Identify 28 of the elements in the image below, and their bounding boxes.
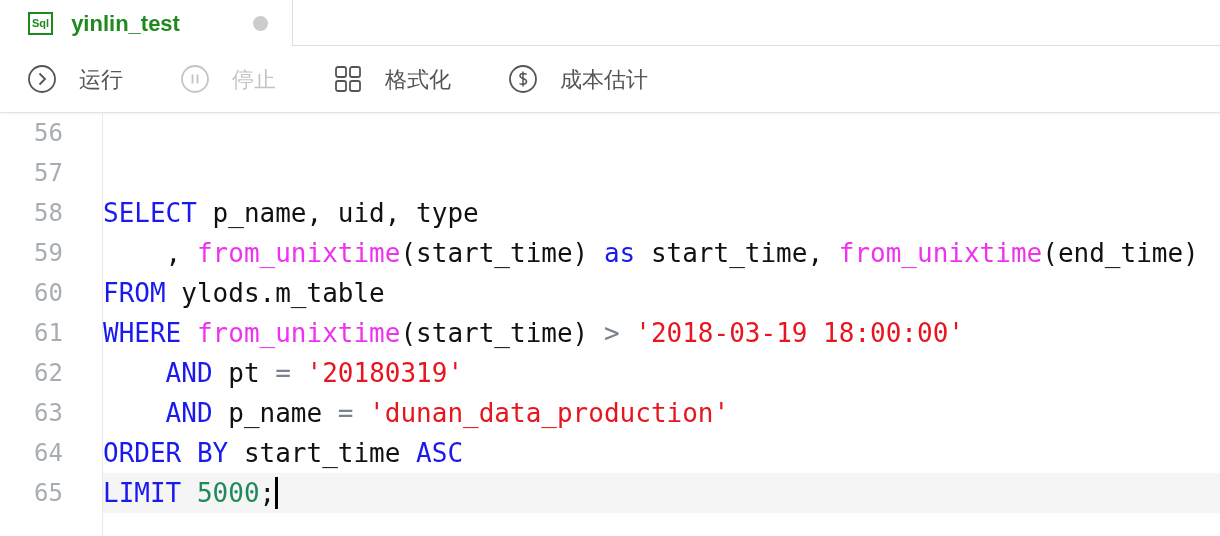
play-circle-icon (27, 64, 57, 94)
code-line: FROM ylods.m_table (103, 277, 385, 310)
code-line: AND p_name = 'dunan_data_production' (164, 397, 730, 430)
code-line: SELECT p_name, uid, type (103, 197, 479, 230)
code-line: WHERE from_unixtime(start_time) > '2018-03-19 18:00:00' (103, 317, 964, 350)
grid-icon (333, 64, 363, 94)
text-cursor (275, 477, 279, 509)
code-line: LIMIT 5000; (103, 477, 276, 510)
toolbar-button[interactable]: 成本估计 (508, 62, 648, 96)
line-number: 62 (34, 358, 63, 389)
code-line: , from_unixtime(start_time) as start_time, from_unixtime(end_time) (164, 237, 1199, 270)
line-number: 57 (34, 158, 63, 189)
sql-file-icon: Sql (28, 11, 54, 35)
toolbar-button[interactable]: 格式化 (333, 62, 451, 96)
tab-title: yinlin_test (71, 9, 180, 38)
toolbar-button[interactable]: 运行 (27, 62, 123, 96)
line-number: 63 (34, 398, 63, 429)
dollar-circle-icon (508, 64, 538, 94)
line-number: 59 (34, 238, 63, 269)
code-line: AND pt = '20180319' (164, 357, 464, 390)
line-number: 60 (34, 278, 63, 309)
code-line: ORDER BY start_time ASC (103, 437, 464, 470)
line-number: 65 (34, 478, 63, 509)
line-number: 58 (34, 198, 63, 229)
line-number: 64 (34, 438, 63, 469)
line-number: 56 (34, 118, 63, 149)
pause-circle-icon (180, 64, 210, 94)
line-number: 61 (34, 318, 63, 349)
